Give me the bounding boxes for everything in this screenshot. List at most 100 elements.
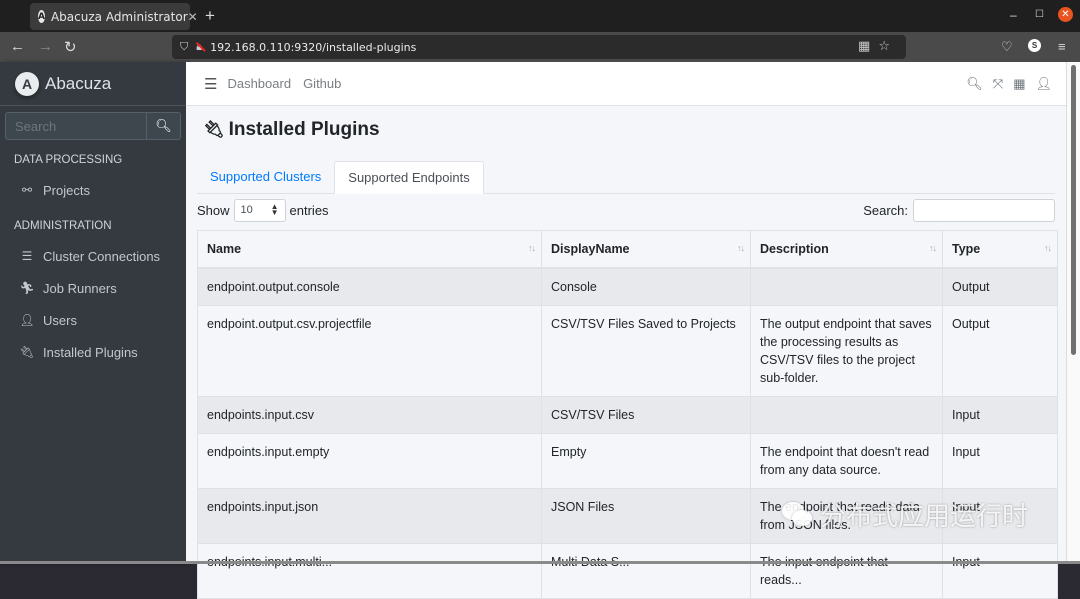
table-row[interactable]: endpoint.output.csv.projectfile CSV/TSV … xyxy=(197,304,1058,397)
sort-icon[interactable]: ↑↓ xyxy=(1044,243,1052,253)
nav-header-data-processing: DATA PROCESSING xyxy=(14,154,123,166)
app-menu-icon[interactable]: ≡ xyxy=(1058,39,1066,54)
brand-name: Abacuza xyxy=(45,73,112,93)
sidebar-item-installed-plugins[interactable]: 🔌︎ Installed Plugins xyxy=(0,336,186,368)
minimize-icon[interactable]: – xyxy=(1010,8,1017,22)
insecure-lock-icon[interactable]: 🔒︎ xyxy=(196,40,202,54)
sidebar-item-users[interactable]: 👤︎ Users xyxy=(0,304,186,336)
cell-displayname: CSV/TSV Files Saved to Projects xyxy=(541,304,751,397)
table-search-input[interactable] xyxy=(913,199,1055,222)
project-diagram-icon: ⚯ xyxy=(21,183,33,197)
hamburger-menu-icon[interactable]: ☰ xyxy=(204,75,217,93)
sort-icon[interactable]: ↑↓ xyxy=(528,243,536,253)
cell-name: endpoints.input.csv xyxy=(197,395,542,434)
cell-type: Output xyxy=(942,267,1058,306)
grid-icon[interactable]: ▦ xyxy=(1013,76,1025,92)
main-content: ☰ Dashboard Github 🔍︎ ⤧ ▦ 👤︎ 🔌︎ Installe… xyxy=(186,62,1066,599)
cell-name: endpoint.output.csv.projectfile xyxy=(197,304,542,397)
sidebar-item-label: Installed Plugins xyxy=(43,344,138,360)
page-scrollbar[interactable] xyxy=(1066,62,1080,564)
page-title-text: Installed Plugins xyxy=(228,119,380,140)
cell-displayname: Multi Data S... xyxy=(541,542,751,599)
cell-name: endpoint.output.console xyxy=(197,267,542,306)
table-search-label: Search: xyxy=(863,203,908,218)
close-tab-icon[interactable]: ✕ xyxy=(188,10,198,24)
browser-nav-bar: ← → ↻ ⛉ 🔒︎ 192.168.0.110:9320/installed-… xyxy=(0,32,1080,62)
scrollbar-thumb[interactable] xyxy=(1071,65,1076,355)
cell-description: The input endpoint that reads... xyxy=(750,542,943,599)
bookmark-star-icon[interactable]: ☆ xyxy=(878,39,898,54)
cell-displayname: JSON Files xyxy=(541,487,751,544)
cell-description xyxy=(750,395,943,434)
table-row[interactable]: endpoint.output.console Console Output xyxy=(197,267,1058,306)
cell-displayname: Console xyxy=(541,267,751,306)
back-icon[interactable]: ← xyxy=(10,38,25,55)
sidebar-item-label: Users xyxy=(43,312,77,328)
profile-avatar[interactable]: S xyxy=(1028,39,1041,52)
show-label: Show xyxy=(197,202,230,218)
table-row[interactable]: endpoints.input.multi... Multi Data S...… xyxy=(197,542,1058,599)
tab-supported-clusters[interactable]: Supported Clusters xyxy=(197,161,334,194)
search-icon[interactable]: 🔍︎ xyxy=(146,113,180,139)
plug-icon: 🔌︎ xyxy=(203,120,225,139)
entries-per-page-select[interactable]: 10 xyxy=(233,198,286,222)
sidebar-item-projects[interactable]: ⚯ Projects xyxy=(0,174,186,206)
watermark-text: 分布式应用运行时 xyxy=(820,502,1029,532)
cell-name: endpoints.input.empty xyxy=(197,432,542,489)
shield-icon[interactable]: ⛉ xyxy=(180,40,188,54)
url-text[interactable]: 192.168.0.110:9320/installed-plugins xyxy=(210,41,416,54)
nav-header-administration: ADMINISTRATION xyxy=(14,220,112,232)
sidebar-item-label: Job Runners xyxy=(43,280,117,296)
sort-icon[interactable]: ↑↓ xyxy=(737,243,745,253)
plugin-tabs: Supported Clusters Supported Endpoints xyxy=(197,161,1055,194)
table-row[interactable]: endpoints.input.empty Empty The endpoint… xyxy=(197,432,1058,489)
column-header-displayname[interactable]: DisplayName ↑↓ xyxy=(541,230,751,269)
pocket-icon[interactable]: ♡ xyxy=(1001,39,1013,55)
tab-title: Abacuza Administrator xyxy=(50,9,188,24)
qr-code-icon[interactable]: ▦ xyxy=(858,39,878,54)
new-tab-icon[interactable]: + xyxy=(205,6,215,26)
sort-icon[interactable]: ↑↓ xyxy=(929,243,937,253)
sidebar-item-label: Projects xyxy=(43,182,90,198)
cell-displayname: CSV/TSV Files xyxy=(541,395,751,434)
sidebar-search-input[interactable] xyxy=(6,113,146,139)
column-header-description[interactable]: Description ↑↓ xyxy=(750,230,943,269)
browser-tab-bar: A Abacuza Administrator ✕ + – ☐ ✕ xyxy=(0,0,1080,32)
cell-type: Input xyxy=(942,395,1058,434)
server-icon: ☰ xyxy=(21,249,33,263)
reload-icon[interactable]: ↻ xyxy=(64,38,77,56)
cell-description: The output endpoint that saves the proce… xyxy=(750,304,943,397)
cell-displayname: Empty xyxy=(541,432,751,489)
table-row[interactable]: endpoints.input.csv CSV/TSV Files Input xyxy=(197,395,1058,434)
tab-supported-endpoints[interactable]: Supported Endpoints xyxy=(334,161,484,194)
running-icon: 🏃︎ xyxy=(19,281,35,295)
sidebar-item-job-runners[interactable]: 🏃︎ Job Runners xyxy=(0,272,186,304)
nav-link-github[interactable]: Github xyxy=(303,76,341,91)
fullscreen-icon[interactable]: ⤧ xyxy=(993,76,1003,92)
user-profile-icon[interactable]: 👤︎ xyxy=(1035,76,1052,92)
endpoints-table: Name ↑↓ DisplayName ↑↓ Description ↑↓ Type ↑… xyxy=(197,230,1058,599)
watermark: 分布式应用运行时 xyxy=(782,496,1028,533)
sidebar-search: 🔍︎ xyxy=(5,112,181,140)
user-icon: 👤︎ xyxy=(19,313,35,327)
plug-icon: 🔌︎ xyxy=(19,345,35,359)
cell-name: endpoints.input.multi... xyxy=(197,542,542,599)
datatable-controls: Show 10 ▲ ▼ entries Search: xyxy=(197,194,1055,226)
sidebar-item-cluster-connections[interactable]: ☰ Cluster Connections xyxy=(0,240,186,272)
cell-type: Input xyxy=(942,542,1058,599)
column-header-name[interactable]: Name ↑↓ xyxy=(197,230,542,269)
column-header-type[interactable]: Type ↑↓ xyxy=(942,230,1058,269)
abacuza-logo-icon: A xyxy=(15,71,39,96)
nav-link-dashboard[interactable]: Dashboard xyxy=(227,76,291,91)
maximize-icon[interactable]: ☐ xyxy=(1035,9,1044,20)
forward-icon[interactable]: → xyxy=(38,38,53,55)
browser-tab[interactable]: A Abacuza Administrator ✕ xyxy=(30,3,198,30)
window-close-icon[interactable]: ✕ xyxy=(1058,7,1073,22)
search-icon[interactable]: 🔍︎ xyxy=(966,76,983,92)
cell-type: Output xyxy=(942,304,1058,397)
cell-description xyxy=(750,267,943,306)
page-title: 🔌︎ Installed Plugins xyxy=(197,115,1055,145)
brand[interactable]: A Abacuza xyxy=(0,62,186,106)
app: A Abacuza 🔍︎ DATA PROCESSING ⚯ Projects … xyxy=(0,62,1080,599)
url-bar[interactable]: ⛉ 🔒︎ 192.168.0.110:9320/installed-plugin… xyxy=(172,35,906,59)
